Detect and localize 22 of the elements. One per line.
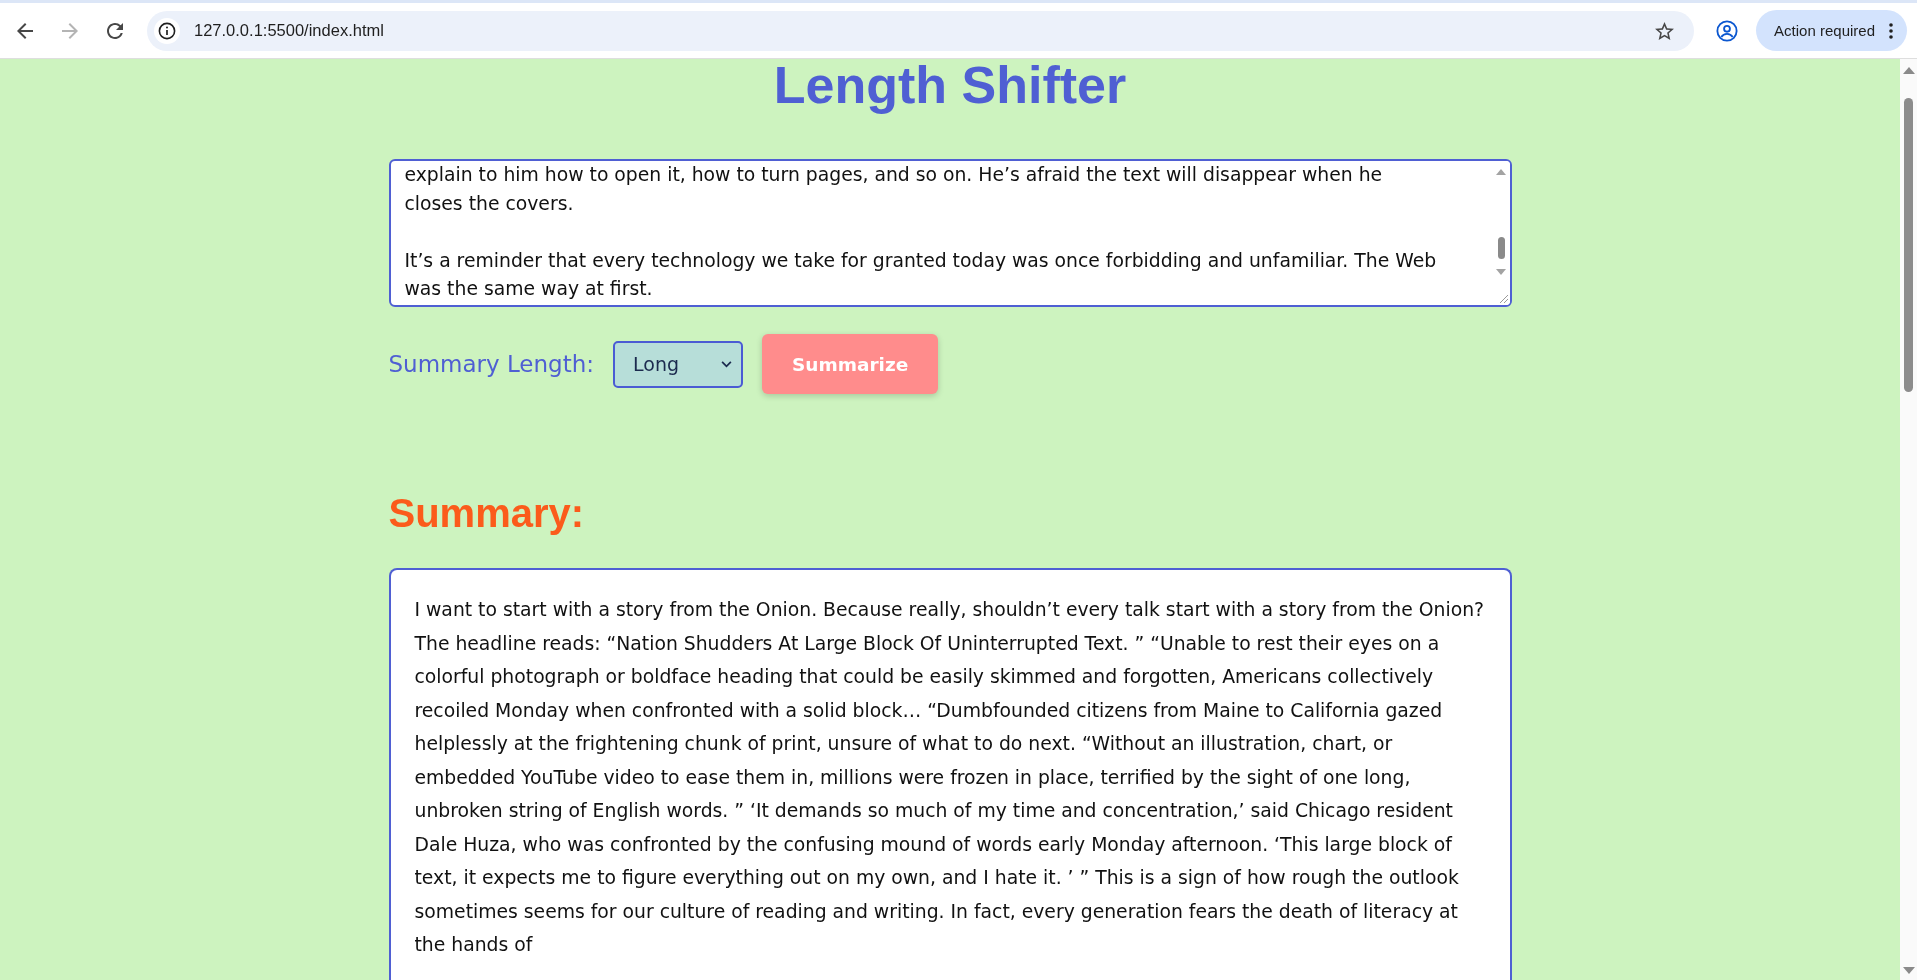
scroll-up-arrow-icon[interactable] (1902, 67, 1915, 74)
text-input-field[interactable]: explain to him how to open it, how to turn pages, and so on. He’s afraid the text will disappear when he closes the covers. It’s a reminder that every technology we take for granted today was once forbidding and unfamiliar. The Web was the same way at first. (388, 159, 1512, 307)
kebab-menu-icon[interactable] (1889, 22, 1893, 39)
star-icon[interactable] (1655, 21, 1675, 40)
summary-heading: Summary: (388, 493, 585, 533)
length-select[interactable]: Long (613, 340, 744, 388)
chevron-down-icon (721, 360, 733, 368)
scrollbar[interactable] (1900, 59, 1917, 980)
scrollbar-thumb[interactable] (1497, 237, 1505, 259)
resize-handle-icon[interactable] (1498, 294, 1508, 303)
summary-text: I want to start with a story from the Onion. Because really, shouldn’t every talk start with a story from the Onion? The headline reads: “Nation Shudders At Large Block Of Uninterrupted Text. ” “Unable to rest their eyes on a colorful photograph or boldface heading that could be easily skimmed and forgotten, Americans collectively recoiled Monday when confronted with a solid block… “Dumbfounded citizens from Maine to California gazed helplessly at the frightening chunk of print, unsure of what to do next. “Without an illustration, chart, or embedded YouTube video to ease them in, millions were frozen in place, terrified by the sight of one long, unbroken string of English words. ” ‘It demands so much of my time and concentration,’ said Chicago resident Dale Huza, who was confronted by the confusing mound of words early Monday afternoon. ‘This large block of text, it expects me to figure everything out on my own, and I hate it. ’ ” This is a sign of how rough the outlook sometimes seems for our culture of reading and writing. In fact, every generation fears the death of literacy at the hands of (414, 598, 1486, 957)
summary-length-label: Summary Length: (388, 351, 595, 377)
address-bar[interactable]: 127.0.0.1:5500/index.html (147, 10, 1695, 51)
scroll-up-arrow-icon[interactable] (1496, 169, 1506, 175)
scroll-down-arrow-icon[interactable] (1496, 269, 1506, 275)
action-required-button[interactable]: Action required (1756, 10, 1907, 51)
back-arrow-icon[interactable] (17, 22, 33, 39)
profile-icon[interactable] (1716, 19, 1739, 42)
info-icon[interactable] (154, 17, 180, 44)
scrollbar-thumb[interactable] (1904, 98, 1913, 392)
reload-icon[interactable] (107, 22, 123, 39)
scroll-down-arrow-icon[interactable] (1902, 967, 1915, 974)
